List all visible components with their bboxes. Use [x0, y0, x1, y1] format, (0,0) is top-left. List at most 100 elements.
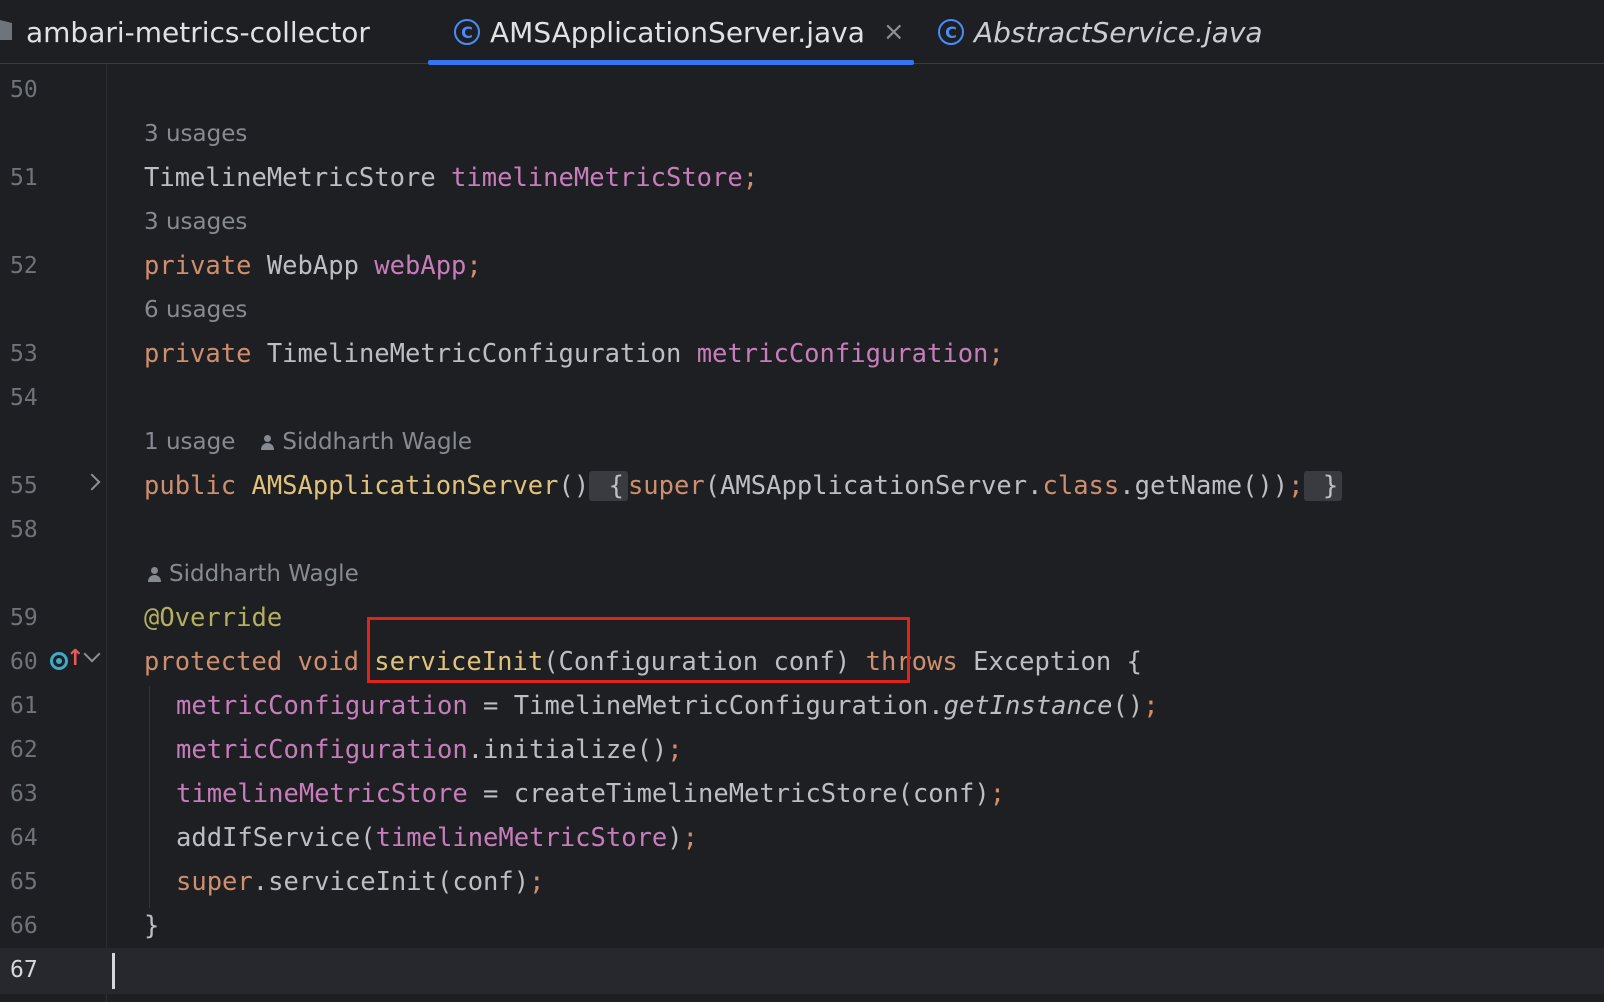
line-number: 66 [10, 913, 38, 939]
usage-author-hint: 1 usage Siddharth Wagle [144, 420, 472, 464]
usages-hint[interactable]: 3 usages [144, 200, 247, 244]
code-line[interactable]: 63 timelineMetricStore = createTimelineM… [0, 772, 1604, 816]
line-number: 50 [10, 77, 38, 103]
inlay-hint-line: Siddharth Wagle [0, 552, 1604, 596]
keyword: super [627, 471, 705, 501]
author-hint-row: Siddharth Wagle [144, 552, 359, 596]
inlay-hint-line: 1 usage Siddharth Wagle [0, 420, 1604, 464]
usages-hint[interactable]: 3 usages [144, 112, 247, 156]
expr: addIfService( [176, 823, 376, 853]
field-name: metricConfiguration [176, 691, 468, 721]
expr: .initialize() [467, 735, 668, 765]
line-number: 51 [10, 165, 38, 191]
tab-project-label: ambari-metrics-collector [26, 15, 370, 49]
closing-brace: } [144, 911, 160, 941]
line-number: 61 [10, 693, 38, 719]
code-text[interactable]: public AMSApplicationServer() {super(AMS… [144, 464, 1343, 508]
keyword: super [176, 867, 253, 897]
code-line[interactable]: 50 [0, 68, 1604, 112]
semicolon: ; [1288, 471, 1304, 501]
project-icon [0, 20, 12, 40]
expr: .serviceInit(conf) [252, 867, 530, 897]
exception-type: Exception { [973, 647, 1142, 677]
semicolon: ; [742, 163, 759, 193]
keyword: class [1042, 471, 1120, 501]
args: (AMSApplicationServer. [704, 471, 1043, 501]
code-line[interactable]: 64 addIfService(timelineMetricStore); [0, 816, 1604, 860]
code-line[interactable]: 66 } [0, 904, 1604, 948]
line-number: 63 [10, 781, 38, 807]
line-number: 54 [10, 385, 38, 411]
line-number: 62 [10, 737, 38, 763]
code-line[interactable]: 54 [0, 376, 1604, 420]
code-text[interactable]: private WebApp webApp; [144, 244, 482, 288]
tab-other-label: AbstractService.java [974, 15, 1263, 49]
type-name: TimelineMetricStore [144, 163, 452, 193]
code-text[interactable]: timelineMetricStore = createTimelineMetr… [176, 772, 1005, 816]
highlight-box [367, 617, 910, 683]
code-text[interactable]: private TimelineMetricConfiguration metr… [144, 332, 1004, 376]
field-name: timelineMetricStore [451, 163, 743, 193]
code-text[interactable]: TimelineMetricStore timelineMetricStore; [144, 156, 758, 200]
chevron-down-icon[interactable] [83, 645, 101, 663]
code-text[interactable]: metricConfiguration = TimelineMetricConf… [176, 684, 1159, 728]
usages-hint[interactable]: 6 usages [144, 288, 247, 332]
code-text[interactable]: super.serviceInit(conf); [176, 860, 544, 904]
author-hint[interactable]: Siddharth Wagle [282, 420, 472, 464]
current-code-line[interactable]: 67 [0, 948, 1604, 994]
parens: () [558, 471, 590, 501]
inlay-hint-line: 6 usages [0, 288, 1604, 332]
folded-brace-open[interactable]: { [589, 471, 628, 501]
tab-abstract-service[interactable]: C AbstractService.java [938, 0, 1263, 64]
line-number: 59 [10, 605, 38, 631]
code-line[interactable]: 53 private TimelineMetricConfiguration m… [0, 332, 1604, 376]
line-number: 53 [10, 341, 38, 367]
code-line[interactable]: 58 [0, 508, 1604, 552]
expr: = TimelineMetricConfiguration. [467, 691, 944, 721]
type-name: WebApp [266, 251, 375, 281]
chevron-right-icon[interactable] [83, 473, 101, 491]
tab-project[interactable]: ambari-metrics-collector [26, 0, 370, 64]
close-icon[interactable]: × [883, 17, 905, 47]
folded-brace-close[interactable]: } [1303, 471, 1343, 501]
class-icon: C [938, 19, 964, 45]
code-line[interactable]: 62 metricConfiguration.initialize(); [0, 728, 1604, 772]
line-number: 55 [10, 473, 38, 499]
keyword: public [144, 471, 252, 501]
arrow-up-icon: ↑ [66, 646, 85, 671]
semicolon: ; [1143, 691, 1159, 721]
type-name: TimelineMetricConfiguration [266, 339, 697, 369]
static-call: getInstance [943, 691, 1113, 721]
field-name: timelineMetricStore [176, 779, 468, 809]
code-line[interactable]: 65 super.serviceInit(conf); [0, 860, 1604, 904]
annotation[interactable]: @Override [144, 596, 282, 640]
semicolon: ; [989, 779, 1006, 809]
code-line[interactable]: 61 metricConfiguration = TimelineMetricC… [0, 684, 1604, 728]
keyword: protected [144, 647, 298, 677]
line-number: 52 [10, 253, 38, 279]
field-name: timelineMetricStore [375, 823, 668, 853]
semicolon: ; [466, 251, 482, 281]
expr: () [1112, 691, 1144, 721]
inlay-hint-line: 3 usages [0, 112, 1604, 156]
author-hint[interactable]: Siddharth Wagle [169, 552, 359, 596]
code-line[interactable]: 55 public AMSApplicationServer() {super(… [0, 464, 1604, 508]
semicolon: ; [988, 339, 1004, 369]
field-name: metricConfiguration [176, 735, 468, 765]
code-line[interactable]: 52 private WebApp webApp; [0, 244, 1604, 288]
code-line[interactable]: 51 TimelineMetricStore timelineMetricSto… [0, 156, 1604, 200]
code-text[interactable]: metricConfiguration.initialize(); [176, 728, 683, 772]
person-icon [148, 566, 161, 582]
field-name: webApp [374, 251, 467, 281]
line-number: 64 [10, 825, 38, 851]
keyword: private [144, 339, 267, 369]
tab-ams-application-server[interactable]: C AMSApplicationServer.java × [454, 0, 905, 64]
active-tab-indicator [428, 60, 914, 65]
expr: = createTimelineMetricStore(conf) [467, 779, 990, 809]
usages-hint[interactable]: 1 usage [144, 420, 235, 464]
code-text[interactable]: addIfService(timelineMetricStore); [176, 816, 698, 860]
tab-active-label: AMSApplicationServer.java [490, 15, 865, 49]
keyword: void [297, 647, 375, 677]
editor-tab-bar: ambari-metrics-collector C AMSApplicatio… [0, 0, 1604, 65]
keyword: private [144, 251, 267, 281]
